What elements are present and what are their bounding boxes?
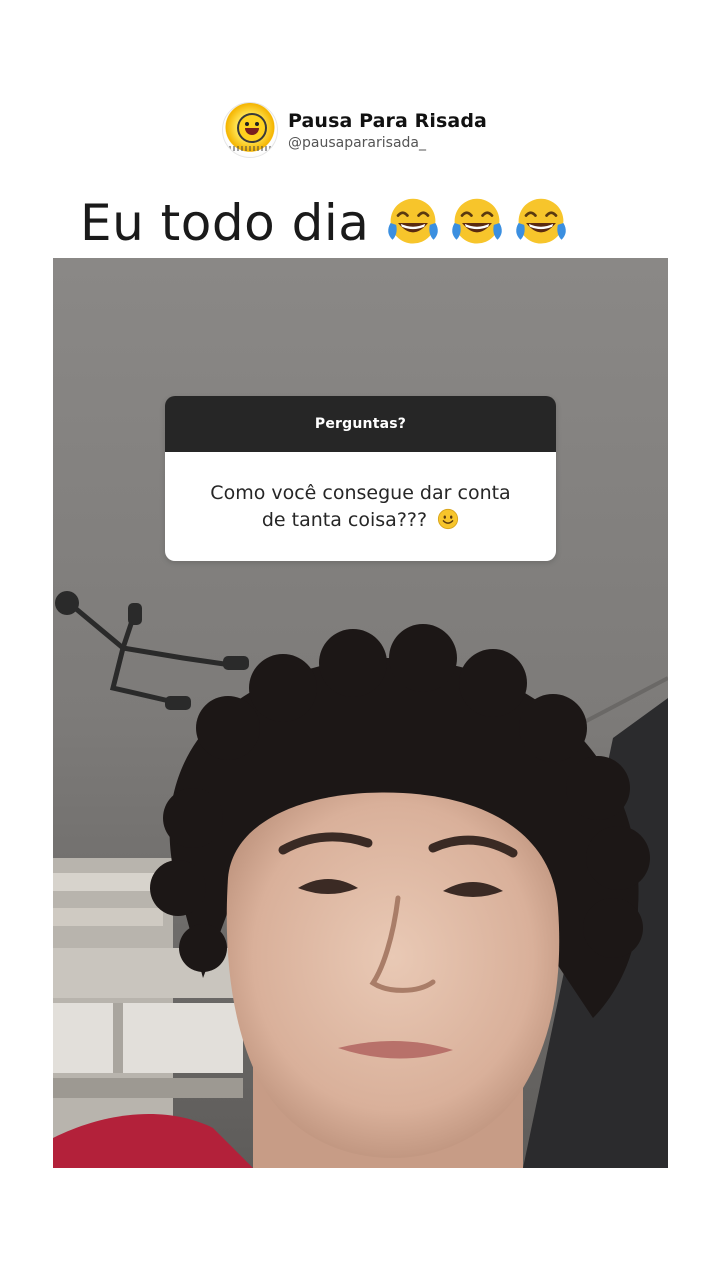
- account-name[interactable]: Pausa Para Risada: [288, 110, 487, 132]
- smiling-face-icon: [438, 508, 459, 529]
- question-sticker-title: Perguntas?: [165, 396, 556, 452]
- laughing-emoji-icon: [452, 198, 503, 244]
- question-sticker[interactable]: Perguntas? Como você consegue dar conta …: [165, 396, 556, 561]
- post-page: Pausa Para Risada @pausapararisada_ Eu t…: [0, 0, 720, 1280]
- question-line-1: Como você consegue dar conta: [210, 481, 511, 504]
- laughing-emoji-icon: [388, 198, 439, 244]
- video-frame[interactable]: Perguntas? Como você consegue dar conta …: [53, 258, 668, 1168]
- account-handle[interactable]: @pausapararisada_: [288, 135, 487, 151]
- account-info: Pausa Para Risada @pausapararisada_: [288, 110, 487, 151]
- account-avatar[interactable]: [222, 102, 278, 158]
- caption-text: Eu todo dia: [80, 194, 370, 252]
- question-text: Como você consegue dar conta de tanta co…: [210, 480, 510, 534]
- laughing-emoji-icon: [516, 198, 567, 244]
- sun-logo-icon: [237, 113, 267, 143]
- question-line-2: de tanta coisa???: [261, 508, 428, 531]
- post-header: Pausa Para Risada @pausapararisada_: [222, 100, 487, 160]
- caption-emojis: [385, 195, 577, 251]
- question-sticker-body: Como você consegue dar conta de tanta co…: [165, 452, 556, 561]
- post-caption: Eu todo dia: [80, 188, 577, 258]
- video-scene-image: [53, 258, 668, 1168]
